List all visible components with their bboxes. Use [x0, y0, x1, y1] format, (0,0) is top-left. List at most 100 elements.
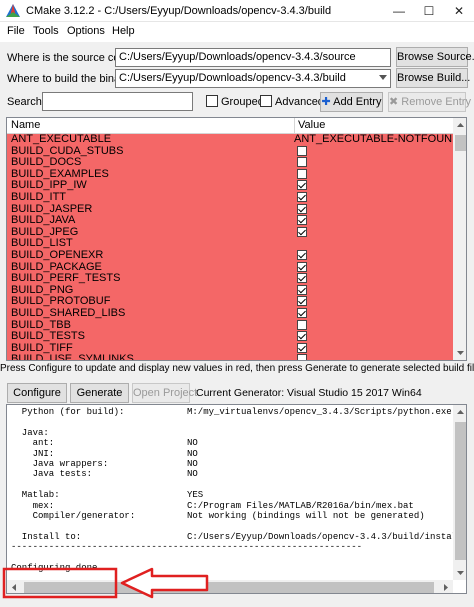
table-row[interactable]: BUILD_IPP_IW	[7, 179, 453, 192]
table-scrollbar[interactable]	[453, 118, 467, 360]
add-entry-button[interactable]: ✚ Add Entry	[320, 92, 383, 112]
output-key: Java tests:	[11, 469, 93, 480]
source-path-field[interactable]: C:/Users/Eyyup/Downloads/opencv-3.4.3/so…	[115, 48, 391, 67]
cell-name: BUILD_JASPER	[11, 202, 93, 215]
menu-tools[interactable]: Tools	[33, 25, 59, 37]
scroll-down-icon[interactable]	[453, 565, 467, 580]
output-line: Matlab: YES	[11, 490, 451, 500]
value-checkbox[interactable]	[297, 215, 307, 226]
configure-button[interactable]: Configure	[7, 383, 67, 403]
plus-icon: ✚	[321, 96, 331, 108]
output-key: JNI:	[11, 448, 55, 459]
cell-name: BUILD_USE_SYMLINKS	[11, 353, 134, 361]
table-row[interactable]: BUILD_TESTS	[7, 330, 453, 343]
browse-build-button[interactable]: Browse Build...	[396, 68, 470, 88]
close-icon[interactable]: ✕	[444, 0, 474, 22]
cell-value[interactable]: ANT_EXECUTABLE-NOTFOUND	[294, 133, 460, 145]
build-path-value: C:/Users/Eyyup/Downloads/opencv-3.4.3/bu…	[119, 72, 346, 84]
scroll-down-icon[interactable]	[453, 345, 467, 360]
arrow-callout	[2, 567, 209, 599]
grouped-checkbox[interactable]	[206, 95, 218, 107]
menu-options[interactable]: Options	[67, 25, 105, 37]
browse-source-button[interactable]: Browse Source...	[396, 47, 474, 67]
output-value: NO	[187, 469, 198, 480]
table-row[interactable]: BUILD_SHARED_LIBS	[7, 307, 453, 320]
output-vscrollbar[interactable]	[453, 405, 467, 580]
cell-name: BUILD_TESTS	[11, 330, 85, 343]
table-body: ANT_EXECUTABLE ANT_EXECUTABLE-NOTFOUND BUI…	[7, 133, 460, 361]
output-value: YES	[187, 490, 204, 501]
menu-file[interactable]: File	[7, 25, 25, 37]
minimize-icon[interactable]: —	[384, 0, 414, 22]
value-checkbox[interactable]	[297, 249, 307, 260]
value-checkbox[interactable]	[297, 319, 307, 330]
search-label: Search:	[7, 96, 45, 108]
value-checkbox[interactable]	[297, 191, 307, 202]
value-checkbox[interactable]	[297, 261, 307, 272]
value-checkbox[interactable]	[297, 226, 307, 237]
menu-bar: File Tools Options Help	[0, 22, 474, 42]
cell-name: BUILD_PNG	[11, 283, 74, 296]
output-key: Install to:	[11, 531, 82, 542]
output-key: Python (for build):	[11, 407, 125, 417]
value-checkbox[interactable]	[297, 296, 307, 307]
cell-name: BUILD_TIFF	[11, 341, 73, 354]
output-key: Compiler/generator:	[11, 510, 136, 521]
value-checkbox[interactable]	[297, 331, 307, 342]
advanced-checkbox[interactable]	[260, 95, 272, 107]
remove-entry-button[interactable]: ✖ Remove Entry	[388, 92, 471, 112]
cell-name: BUILD_JPEG	[11, 225, 79, 238]
current-generator-label: Current Generator: Visual Studio 15 2017…	[196, 387, 422, 399]
column-header-value[interactable]: Value	[298, 119, 325, 131]
table-row[interactable]: BUILD_USE_SYMLINKS	[7, 353, 453, 361]
cmake-logo-icon	[6, 4, 20, 17]
build-path-combo[interactable]: C:/Users/Eyyup/Downloads/opencv-3.4.3/bu…	[115, 69, 391, 88]
value-checkbox[interactable]	[297, 203, 307, 214]
open-project-button[interactable]: Open Project	[132, 383, 197, 403]
scroll-thumb[interactable]	[455, 135, 466, 151]
table-row[interactable]: BUILD_PERF_TESTS	[7, 272, 453, 285]
cell-name: BUILD_IPP_IW	[11, 179, 87, 192]
scroll-up-icon[interactable]	[453, 405, 467, 420]
output-value: NO	[187, 438, 198, 449]
menu-help[interactable]: Help	[112, 25, 135, 37]
generate-button[interactable]: Generate	[70, 383, 129, 403]
add-entry-label: Add Entry	[333, 96, 382, 108]
cell-name: BUILD_OPENEXR	[11, 248, 104, 261]
scroll-right-icon[interactable]	[438, 580, 453, 594]
output-value: M:/my_virtualenvs/opencv_3.4.3/Scripts/p…	[187, 407, 452, 417]
value-checkbox[interactable]	[297, 180, 307, 191]
help-text: Press Configure to update and display ne…	[0, 363, 474, 374]
value-checkbox[interactable]	[297, 157, 307, 168]
value-checkbox[interactable]	[297, 284, 307, 295]
table-row[interactable]: BUILD_JPEG	[7, 225, 453, 239]
value-checkbox[interactable]	[297, 168, 307, 179]
value-checkbox[interactable]	[297, 342, 307, 353]
cell-name: BUILD_ITT	[11, 190, 67, 203]
output-line: Java tests: NO	[11, 469, 451, 479]
cache-table: Name Value ANT_EXECUTABLE ANT_EXECUTABLE-…	[6, 117, 467, 361]
value-checkbox[interactable]	[297, 273, 307, 284]
output-value: C:/Users/Eyyup/Downloads/opencv-3.4.3/bu…	[187, 531, 463, 542]
output-line: Compiler/generator: Not working (bindings…	[11, 511, 451, 521]
search-input[interactable]	[42, 92, 193, 111]
value-checkbox[interactable]	[297, 145, 307, 156]
remove-entry-label: Remove Entry	[401, 96, 471, 108]
maximize-icon[interactable]: ☐	[414, 0, 444, 22]
value-checkbox[interactable]	[297, 354, 307, 360]
scroll-thumb[interactable]	[455, 422, 466, 560]
table-header: Name Value	[7, 118, 453, 134]
column-divider	[294, 118, 295, 134]
scroll-up-icon[interactable]	[453, 118, 467, 133]
cell-name: BUILD_JAVA	[11, 214, 76, 227]
column-header-name[interactable]: Name	[11, 119, 40, 131]
chevron-down-icon[interactable]	[379, 75, 387, 80]
value-checkbox[interactable]	[297, 307, 307, 318]
output-line: Java:	[11, 428, 451, 438]
output-key: ant:	[11, 438, 55, 449]
cell-name: BUILD_EXAMPLES	[11, 167, 109, 180]
